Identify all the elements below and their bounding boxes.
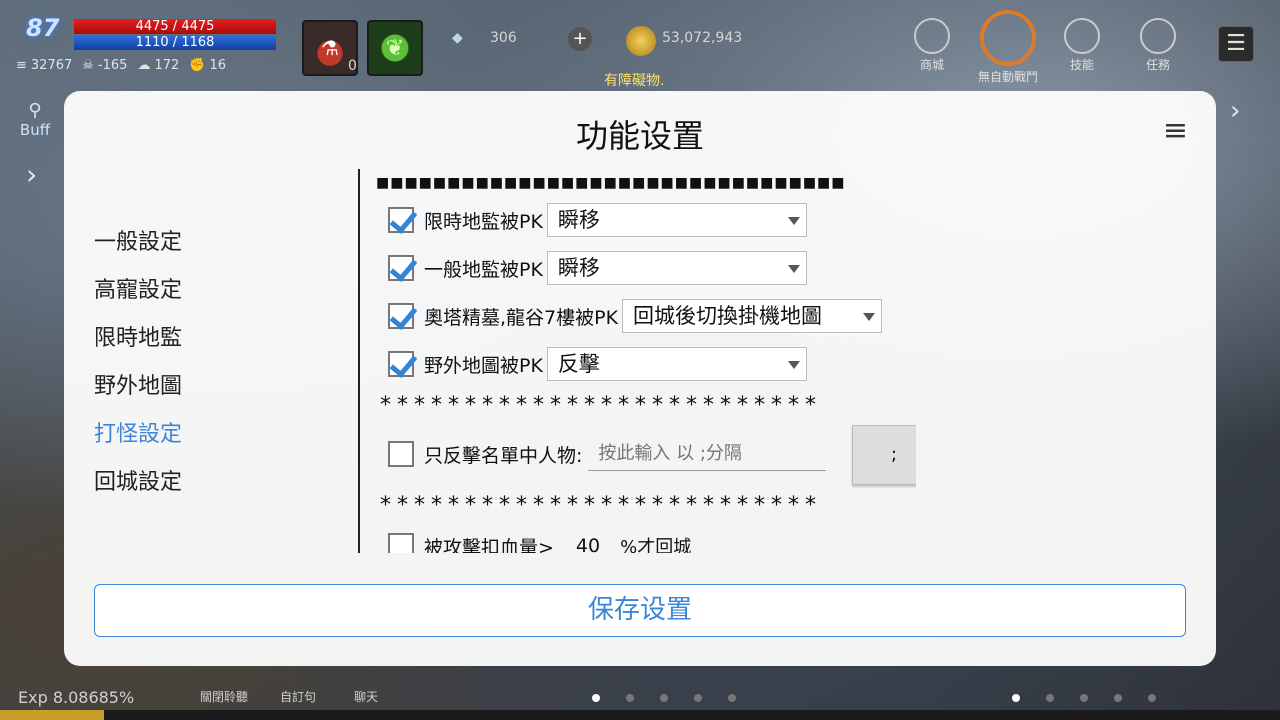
exp-bar [0, 710, 1280, 720]
star-separator: ************************** [380, 393, 822, 418]
quest-button[interactable]: 任務 [1130, 18, 1186, 73]
quest-icon [1140, 18, 1176, 54]
chevron-right-icon[interactable]: › [26, 158, 37, 191]
counter-list-input[interactable] [588, 437, 827, 471]
nav-divider [358, 169, 360, 553]
store-button[interactable]: 商城 [904, 18, 960, 73]
pk-ota-tomb-select[interactable]: 回城後切換掛機地圖 [622, 299, 883, 333]
pk-row-ota-tomb: 奧塔精墓,龍谷7樓被PK 回城後切換掛機地圖 [388, 299, 883, 333]
counter-list-label: 只反擊名單中人物: [424, 444, 583, 467]
pk-field-map-select[interactable]: 反擊 [546, 347, 807, 381]
nav-item-field-map[interactable]: 野外地圖 [94, 365, 182, 413]
hp-return-checkbox[interactable] [388, 533, 414, 553]
skull-stat: ☠ -165 [82, 58, 128, 73]
settings-nav: 一般設定 高寵設定 限時地監 野外地圖 打怪設定 回城設定 [94, 221, 182, 509]
pk-row-normal-dungeon: 一般地監被PK 瞬移 [388, 251, 807, 285]
gem-count: 306 [490, 30, 517, 46]
obstacle-notice: 有障礙物. [604, 73, 665, 89]
fist-stat: ✊ 16 [189, 58, 226, 73]
power-stat: ≡ 32767 [16, 58, 73, 73]
nav-item-timed-dungeon[interactable]: 限時地監 [94, 317, 182, 365]
pk-field-map-label: 野外地圖被PK [424, 354, 543, 377]
leaf-slot[interactable]: ❦ [367, 20, 423, 76]
pk-ota-tomb-label: 奧塔精墓,龍谷7樓被PK [424, 306, 619, 329]
search-icon: ⚲ [28, 100, 42, 121]
pk-row-field-map: 野外地圖被PK 反擊 [388, 347, 807, 381]
pk-timed-dungeon-label: 限時地監被PK [424, 210, 543, 233]
skill-button[interactable]: 技能 [1054, 18, 1110, 73]
hp-return-label: 被攻擊扣血量> [424, 536, 554, 554]
leaf-icon: ❦ [385, 35, 405, 61]
settings-content: ■■■■■■■■■■■■■■■■■■■■■■■■■■■■■■■■■ 限時地監被P… [376, 169, 916, 553]
save-settings-button[interactable]: 保存设置 [94, 584, 1186, 637]
hp-bar: 4475 / 4475 [74, 19, 276, 34]
pk-normal-dungeon-label: 一般地監被PK [424, 258, 543, 281]
buff-button[interactable]: ⚲ Buff [14, 100, 56, 144]
gold-coin-icon [626, 26, 656, 56]
nav-item-return-town[interactable]: 回城設定 [94, 461, 182, 509]
hamburger-icon: ☰ [1226, 31, 1246, 56]
counter-list-checkbox[interactable] [388, 441, 414, 467]
pk-row-timed-dungeon: 限時地監被PK 瞬移 [388, 203, 807, 237]
stats-row: ≡ 32767 ☠ -165 ☁ 172 ✊ 16 [16, 58, 226, 73]
main-menu-button[interactable]: ☰ [1218, 26, 1254, 62]
exp-fill [0, 710, 104, 720]
hp-return-row: 被攻擊扣血量> 40 %才回城 [388, 529, 691, 553]
nav-item-pet[interactable]: 高寵設定 [94, 269, 182, 317]
pk-normal-dungeon-select[interactable]: 瞬移 [546, 251, 807, 285]
fist-icon: ✊ [189, 58, 206, 73]
gem-icon: ◆ [452, 30, 463, 46]
semicolon-button[interactable]: ; [852, 425, 916, 485]
power-icon: ≡ [16, 58, 27, 73]
dialog-title: 功能设置 [575, 117, 704, 155]
auto-battle-button[interactable]: 無自動戰鬥 [978, 10, 1038, 85]
custom-phrase-label[interactable]: 自訂句 [280, 688, 316, 705]
potion-count: 0 [348, 58, 357, 74]
wing-icon: ☁ [137, 58, 151, 73]
pk-normal-dungeon-checkbox[interactable] [388, 255, 414, 281]
wing-stat: ☁ 172 [137, 58, 180, 73]
nav-item-general[interactable]: 一般設定 [94, 221, 182, 269]
settings-dialog: 功能设置 ≡ 一般設定 高寵設定 限時地監 野外地圖 打怪設定 回城設定 ■■■… [64, 91, 1216, 666]
square-separator: ■■■■■■■■■■■■■■■■■■■■■■■■■■■■■■■■■ [376, 175, 846, 191]
pk-ota-tomb-checkbox[interactable] [388, 303, 414, 329]
player-level: 87 [26, 14, 60, 42]
mute-label[interactable]: 關閉聆聽 [200, 688, 248, 705]
auto-battle-icon [980, 10, 1036, 66]
chat-label[interactable]: 聊天 [354, 688, 378, 705]
page-dots-right [1012, 694, 1156, 702]
gold-amount: 53,072,943 [662, 30, 743, 46]
pk-timed-dungeon-checkbox[interactable] [388, 207, 414, 233]
exp-text: Exp 8.08685% [18, 688, 135, 707]
nav-item-combat[interactable]: 打怪設定 [94, 413, 182, 461]
star-separator-2: ************************** [380, 493, 822, 518]
pk-field-map-checkbox[interactable] [388, 351, 414, 377]
potion-icon: ⚗ [321, 36, 339, 60]
counter-list-row: 只反擊名單中人物: [388, 437, 827, 471]
store-icon [914, 18, 950, 54]
chevron-right-icon[interactable]: › [1230, 96, 1240, 126]
mp-bar: 1110 / 1168 [74, 35, 276, 50]
skill-icon [1064, 18, 1100, 54]
pk-timed-dungeon-select[interactable]: 瞬移 [546, 203, 807, 237]
dialog-menu-icon[interactable]: ≡ [1163, 113, 1188, 148]
page-dots-left [592, 694, 736, 702]
add-gold-button[interactable]: + [568, 27, 592, 51]
hp-return-value[interactable]: 40 [576, 535, 600, 553]
hp-return-suffix: %才回城 [620, 537, 692, 553]
skull-icon: ☠ [82, 58, 94, 73]
